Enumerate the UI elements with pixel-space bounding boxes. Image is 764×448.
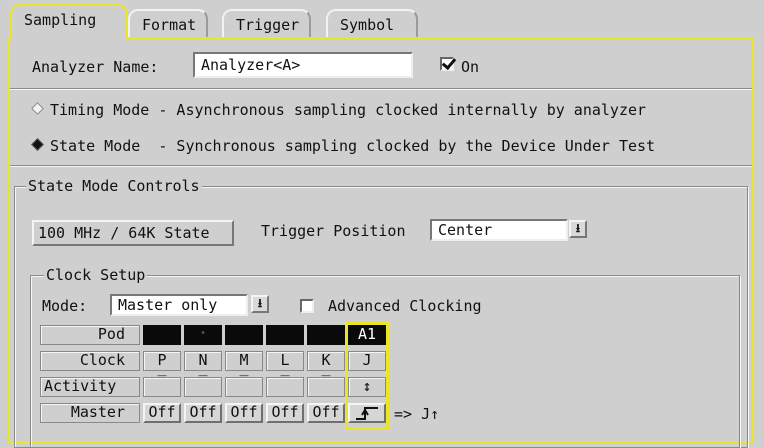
tab-format-label: Format (142, 16, 197, 34)
pod-cell: • (184, 325, 222, 345)
state-mode-label: State Mode - Synchronous sampling clocke… (50, 137, 656, 155)
tab-trigger-label: Trigger (236, 16, 300, 34)
trigger-position-label: Trigger Position (261, 222, 406, 240)
tab-symbol[interactable]: Symbol (326, 9, 418, 37)
selected-column-highlight (345, 322, 389, 430)
clock-mode-select[interactable]: Master only (110, 294, 248, 316)
on-checkbox[interactable] (440, 57, 454, 71)
clock-cell: K (307, 351, 345, 371)
master-off-button[interactable]: Off (225, 403, 263, 423)
advanced-clocking-checkbox[interactable] (300, 299, 314, 313)
tab-symbol-label: Symbol (340, 16, 395, 34)
clock-cell: L (266, 351, 304, 371)
analyzer-name-value: Analyzer<A> (201, 56, 301, 74)
master-off-button[interactable]: Off (266, 403, 304, 423)
divider-bottom (10, 165, 752, 167)
tab-trigger[interactable]: Trigger (222, 9, 312, 37)
tab-sampling[interactable]: Sampling (10, 4, 128, 39)
tab-sampling-label: Sampling (24, 11, 97, 29)
trigger-position-dropdown-icon[interactable]: ⭳ (569, 220, 587, 238)
clock-setup-title: Clock Setup (44, 266, 148, 284)
pod-cell (225, 325, 263, 345)
clock-cell: P (143, 351, 181, 371)
divider-top (10, 88, 752, 90)
master-off-button[interactable]: Off (184, 403, 222, 423)
clock-cell: M (225, 351, 263, 371)
master-off-button[interactable]: Off (143, 403, 181, 423)
analyzer-name-input[interactable]: Analyzer<A> (193, 52, 413, 78)
speed-state-label: 100 MHz / 64K State (38, 224, 210, 242)
clock-cell: N (184, 351, 222, 371)
activity-cell: ‾ (225, 375, 263, 397)
state-mode-controls-title: State Mode Controls (26, 177, 202, 195)
activity-cell: ‾ (143, 375, 181, 397)
tab-format[interactable]: Format (128, 9, 209, 37)
master-result: => J↑ (394, 405, 440, 423)
pod-cell (143, 325, 181, 345)
timing-mode-label: Timing Mode - Asynchronous sampling cloc… (50, 101, 647, 119)
row-label-pod: Pod (40, 325, 140, 345)
clock-mode-dropdown-icon[interactable]: ⭳ (251, 295, 269, 313)
activity-cell: ‾ (307, 375, 345, 397)
row-label-clock: Clock (40, 351, 140, 371)
row-label-master: Master (40, 403, 140, 423)
clock-mode-label: Mode: (42, 297, 88, 315)
advanced-clocking-label: Advanced Clocking (328, 297, 482, 315)
on-label: On (461, 58, 480, 76)
analyzer-name-label: Analyzer Name: (32, 58, 159, 76)
trigger-position-select[interactable]: Center (430, 219, 568, 241)
clock-mode-value: Master only (118, 296, 218, 314)
pod-cell (307, 325, 345, 345)
trigger-position-value: Center (438, 221, 493, 239)
activity-cell: ‾ (184, 375, 222, 397)
row-label-activity: Activity (40, 377, 140, 397)
tab-join (12, 36, 126, 40)
master-off-button[interactable]: Off (307, 403, 345, 423)
activity-cell: ‾ (266, 375, 304, 397)
pod-cell (266, 325, 304, 345)
